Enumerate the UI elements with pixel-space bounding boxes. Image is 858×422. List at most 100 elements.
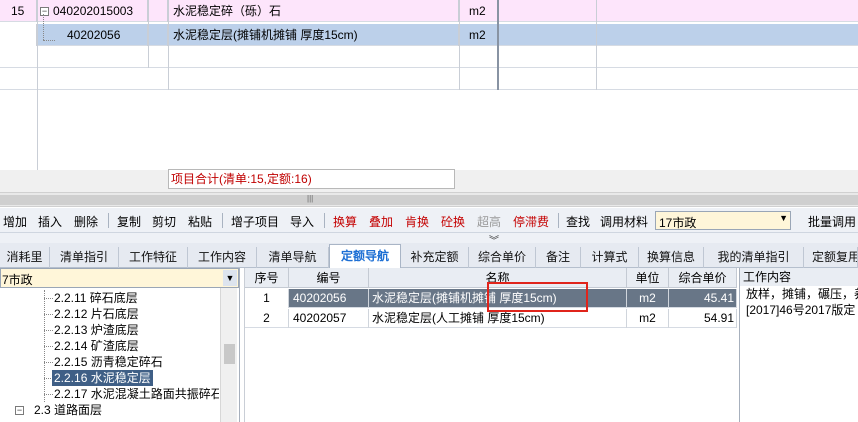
- grid-line: [148, 0, 149, 68]
- tab-formula[interactable]: 计算式: [581, 247, 639, 268]
- tab-work-features[interactable]: 工作特征: [119, 247, 188, 268]
- toolbar-divider: [558, 213, 559, 228]
- chevron-down-icon[interactable]: ▼: [223, 270, 237, 286]
- overheight-button[interactable]: 超高: [477, 213, 501, 230]
- tab-bill-navigation[interactable]: 清单导航: [257, 247, 329, 268]
- cell-unit: m2: [627, 309, 669, 328]
- row-blank-cell: [148, 24, 168, 46]
- tree-item[interactable]: 2.3 道路面层: [34, 402, 102, 418]
- row-index: [0, 24, 37, 46]
- stall-fee-button[interactable]: 停滞费: [513, 213, 549, 230]
- delete-button[interactable]: 删除: [74, 213, 98, 230]
- add-button[interactable]: 增加: [3, 213, 27, 230]
- stack-button[interactable]: 叠加: [369, 213, 393, 230]
- tree-item-selected[interactable]: 2.2.16 水泥稳定层: [52, 370, 153, 386]
- row-code: 040202015003: [53, 4, 134, 18]
- tab-remarks[interactable]: 备注: [536, 247, 581, 268]
- tab-consumption[interactable]: 消耗里: [0, 247, 50, 268]
- toolbar-divider: [108, 213, 109, 228]
- tree-item[interactable]: 2.2.14 矿渣底层: [54, 338, 139, 354]
- cell-seq: 2: [245, 309, 289, 328]
- column-header-unit[interactable]: 单位: [627, 268, 669, 288]
- toolbar-divider: [222, 213, 223, 228]
- tree-item[interactable]: 2.2.13 炉渣底层: [54, 322, 139, 338]
- find-button[interactable]: 查找: [566, 213, 590, 230]
- tab-quota-navigation[interactable]: 定额导航: [329, 244, 401, 269]
- grip-icon: |||: [307, 194, 314, 203]
- tree-connector: [44, 298, 53, 299]
- row-index: 15: [0, 0, 37, 22]
- tab-supplement-quota[interactable]: 补充定额: [401, 247, 469, 268]
- collapse-toggle[interactable]: −: [40, 7, 49, 17]
- panel-splitter[interactable]: [0, 233, 858, 243]
- bill-grid: 15 −040202015003 水泥稳定碎（砾）石 m2 40202056 水…: [0, 0, 858, 170]
- work-content-title: 工作内容: [740, 268, 858, 286]
- table-row-empty[interactable]: [0, 68, 858, 90]
- grid-line: [596, 0, 597, 90]
- column-header-price[interactable]: 综合单价: [669, 268, 737, 288]
- tab-bill-guide[interactable]: 清单指引: [50, 247, 119, 268]
- scrollbar-thumb[interactable]: [0, 195, 858, 205]
- cut-button[interactable]: 剪切: [152, 213, 176, 230]
- convert-button[interactable]: 换算: [333, 213, 357, 230]
- library-select-value: 7市政: [2, 273, 33, 287]
- collapse-toggle[interactable]: −: [15, 406, 24, 415]
- import-button[interactable]: 导入: [290, 213, 314, 230]
- grid-line: [459, 0, 460, 90]
- tree-connector: [43, 40, 55, 41]
- region-select-value: 17市政: [659, 216, 697, 230]
- grid-line: [168, 0, 169, 90]
- cell-unit: m2: [627, 289, 669, 308]
- tree-connector: [44, 362, 53, 363]
- tree-item[interactable]: 2.2.12 片石底层: [54, 306, 139, 322]
- library-select[interactable]: 7市政 ▼: [0, 268, 239, 288]
- tree-connector: [43, 14, 44, 40]
- tree-connector: [44, 314, 53, 315]
- cell-seq: 1: [245, 289, 289, 308]
- tree-item[interactable]: 2.2.11 碎石底层: [54, 290, 138, 306]
- row-code-cell: −040202015003: [37, 0, 148, 22]
- column-header-seq[interactable]: 序号: [245, 268, 289, 288]
- paste-button[interactable]: 粘贴: [188, 213, 212, 230]
- project-total: 项目合计(清单:15,定额:16): [168, 169, 455, 189]
- tree-item[interactable]: 2.2.15 沥青稳定碎石: [54, 354, 163, 370]
- row-unit: m2: [459, 24, 498, 46]
- copy-button[interactable]: 复制: [117, 213, 141, 230]
- add-subitem-button[interactable]: 增子项目: [231, 213, 279, 230]
- tree-connector: [44, 394, 53, 395]
- row-name: 水泥稳定碎（砾）石: [168, 0, 459, 22]
- batch-call-button[interactable]: 批量调用: [808, 213, 856, 230]
- chevron-down-icon[interactable]: ▼: [779, 213, 788, 223]
- row-code: 40202056: [37, 24, 148, 46]
- row-blank-cell: [148, 0, 168, 22]
- cell-price: 54.91: [669, 309, 737, 328]
- table-row-selected[interactable]: 40202056 水泥稳定层(摊铺机摊铺 厚度15cm) m2: [0, 24, 858, 46]
- vertical-scrollbar[interactable]: [220, 288, 237, 422]
- annotation-highlight-box: [487, 282, 588, 312]
- tab-bar: 消耗里 清单指引 工作特征 工作内容 清单导航 定额导航 补充定额 综合单价 备…: [0, 243, 858, 269]
- region-select[interactable]: 17市政 ▼: [655, 211, 791, 230]
- tree-item[interactable]: 2.2.17 水泥混凝土路面共振碎石: [54, 386, 219, 402]
- fertilizer-button[interactable]: 肯换: [405, 213, 429, 230]
- cell-code: 40202057: [289, 309, 369, 328]
- insert-button[interactable]: 插入: [38, 213, 62, 230]
- concrete-button[interactable]: 砼换: [441, 213, 465, 230]
- column-header-code[interactable]: 编号: [289, 268, 369, 288]
- toolbar-divider: [324, 213, 325, 228]
- row-name: 水泥稳定层(摊铺机摊铺 厚度15cm): [168, 24, 459, 46]
- grid-line: [37, 0, 38, 170]
- horizontal-scrollbar[interactable]: |||: [0, 192, 858, 207]
- tab-unit-price[interactable]: 综合单价: [469, 247, 536, 268]
- table-row-empty[interactable]: [0, 46, 858, 68]
- tab-conversion-info[interactable]: 换算信息: [639, 247, 704, 268]
- tab-my-bill-guide[interactable]: 我的清单指引: [704, 247, 804, 268]
- table-row[interactable]: 15 −040202015003 水泥稳定碎（砾）石 m2: [0, 0, 858, 22]
- call-material-button[interactable]: 调用材料: [600, 213, 648, 230]
- cell-price: 45.41: [669, 289, 737, 308]
- work-content-panel: 工作内容 放样，摊铺，碾压，养 [2017]46号2017版定: [739, 268, 858, 422]
- tree-connector: [44, 330, 53, 331]
- quota-tree: 7市政 ▼ 2.2.11 碎石底层 2.2.12 片石底层 2.2.13 炉渣底…: [0, 268, 240, 422]
- scrollbar-thumb[interactable]: [224, 344, 235, 364]
- tab-work-content[interactable]: 工作内容: [188, 247, 257, 268]
- tab-quota-reuse[interactable]: 定额复用: [804, 247, 858, 268]
